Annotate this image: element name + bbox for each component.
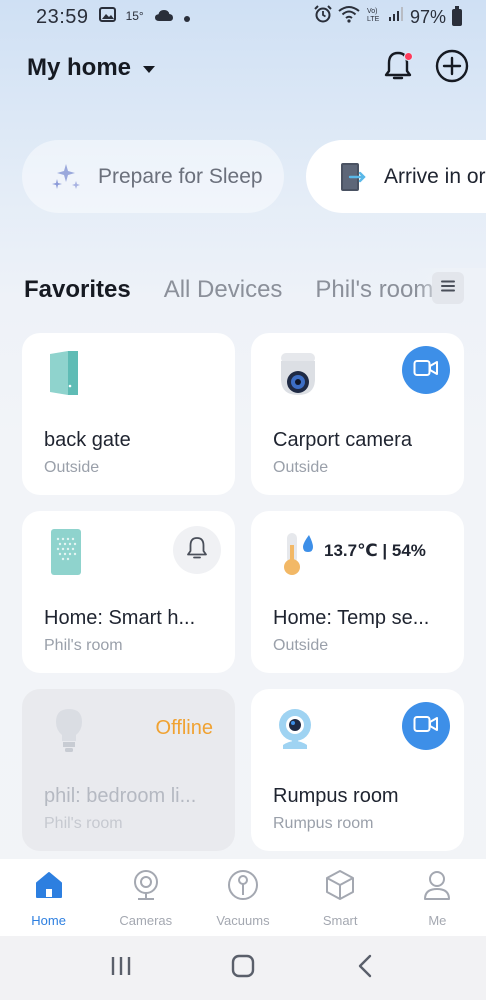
nav-home[interactable]: Home	[9, 867, 89, 928]
home-selector[interactable]: My home	[27, 54, 156, 82]
tab-all-devices[interactable]: All Devices	[164, 276, 283, 304]
offline-badge: Offline	[155, 717, 213, 739]
nav-label: Me	[428, 913, 447, 928]
user-icon	[419, 867, 455, 903]
status-bar: 23:59 15° Vo) LTE 97%	[0, 0, 486, 34]
device-card-bedroom-light[interactable]: Offline phil: bedroom li... Phil's room	[22, 689, 235, 851]
camera-stream-button[interactable]	[402, 702, 450, 750]
nav-vacuums[interactable]: Vacuums	[203, 867, 283, 928]
vacuum-icon	[225, 867, 261, 903]
nav-label: Cameras	[119, 913, 173, 928]
home-icon	[31, 867, 67, 903]
thermometer-icon	[273, 527, 323, 577]
scene-row: Prepare for Sleep Arrive in or	[0, 140, 486, 214]
system-nav-bar	[0, 936, 486, 1000]
device-card-back-gate[interactable]: back gate Outside	[22, 333, 235, 495]
camera-stream-button[interactable]	[402, 346, 450, 394]
device-room: Outside	[44, 459, 100, 476]
nav-me[interactable]: Me	[397, 867, 477, 928]
recent-apps-button[interactable]	[101, 948, 141, 988]
room-tabs: Favorites All Devices Phil's room	[0, 268, 486, 312]
home-system-button[interactable]	[223, 948, 263, 988]
wifi-icon	[338, 5, 360, 29]
nav-label: Vacuums	[216, 913, 270, 928]
gallery-icon	[98, 6, 116, 28]
battery-percent: 97%	[409, 6, 446, 27]
home-square-icon	[231, 954, 255, 983]
device-name: back gate	[44, 429, 131, 451]
nav-label: Smart	[322, 913, 358, 928]
device-room: Outside	[273, 459, 329, 476]
device-room: Outside	[273, 637, 329, 654]
device-name: phil: bedroom li...	[44, 785, 197, 807]
light-bulb-icon	[44, 705, 94, 755]
back-chevron-icon	[357, 954, 373, 983]
notification-dot	[404, 52, 413, 61]
volte-icon: Vo) LTE	[366, 5, 382, 29]
alarm-icon	[314, 5, 332, 29]
device-card-rumpus-room[interactable]: Rumpus room Rumpus room	[251, 689, 464, 851]
hub-alarm-button[interactable]	[173, 526, 221, 574]
scene-label: Arrive in or	[384, 164, 486, 188]
bell-icon	[186, 536, 208, 565]
plus-circle-icon	[435, 49, 469, 88]
video-camera-icon	[413, 715, 439, 738]
device-name: Carport camera	[273, 429, 412, 451]
hub-icon	[44, 527, 94, 577]
scene-prepare-for-sleep[interactable]: Prepare for Sleep	[22, 140, 284, 213]
tabs-menu-button[interactable]	[432, 272, 464, 304]
dot-icon	[183, 6, 190, 28]
recent-apps-icon	[110, 956, 132, 981]
device-room: Phil's room	[44, 637, 123, 654]
door-icon	[334, 159, 370, 195]
cube-icon	[322, 867, 358, 903]
scene-label: Prepare for Sleep	[98, 164, 263, 188]
cloud-icon	[154, 6, 174, 28]
status-time: 23:59	[36, 5, 89, 28]
signal-icon	[388, 6, 404, 28]
nav-cameras[interactable]: Cameras	[106, 867, 186, 928]
tab-favorites[interactable]: Favorites	[24, 276, 131, 304]
camera-icon	[128, 867, 164, 903]
notifications-button[interactable]	[380, 50, 416, 86]
webcam-icon	[273, 705, 323, 755]
nav-label: Home	[31, 913, 66, 928]
device-name: Home: Smart h...	[44, 607, 196, 629]
svg-text:Vo): Vo)	[367, 8, 378, 15]
dome-camera-icon	[273, 349, 323, 399]
device-room: Rumpus room	[273, 815, 374, 832]
bottom-nav: Home Cameras Vacuums Smart Me	[0, 859, 486, 936]
header: My home	[0, 40, 486, 96]
device-card-temp-sensor[interactable]: 13.7℃ | 54% Home: Temp se... Outside	[251, 511, 464, 673]
battery-icon	[452, 5, 462, 26]
caret-down-icon	[143, 65, 156, 73]
nav-smart[interactable]: Smart	[300, 867, 380, 928]
device-name: Home: Temp se...	[273, 607, 430, 629]
device-room: Phil's room	[44, 815, 123, 832]
sparkle-icon	[48, 159, 84, 195]
video-camera-icon	[413, 359, 439, 382]
menu-icon	[441, 279, 455, 297]
back-button[interactable]	[345, 948, 385, 988]
gate-sensor-icon	[44, 349, 94, 399]
temp-humidity-reading: 13.7℃ | 54%	[324, 541, 426, 560]
status-temperature: 15°	[125, 9, 144, 23]
svg-text:LTE: LTE	[367, 16, 380, 23]
add-device-button[interactable]	[434, 49, 470, 88]
device-card-smart-hub[interactable]: Home: Smart h... Phil's room	[22, 511, 235, 673]
scene-arrive[interactable]: Arrive in or	[306, 140, 486, 213]
home-title: My home	[27, 54, 132, 81]
device-name: Rumpus room	[273, 785, 399, 807]
device-card-carport-camera[interactable]: Carport camera Outside	[251, 333, 464, 495]
